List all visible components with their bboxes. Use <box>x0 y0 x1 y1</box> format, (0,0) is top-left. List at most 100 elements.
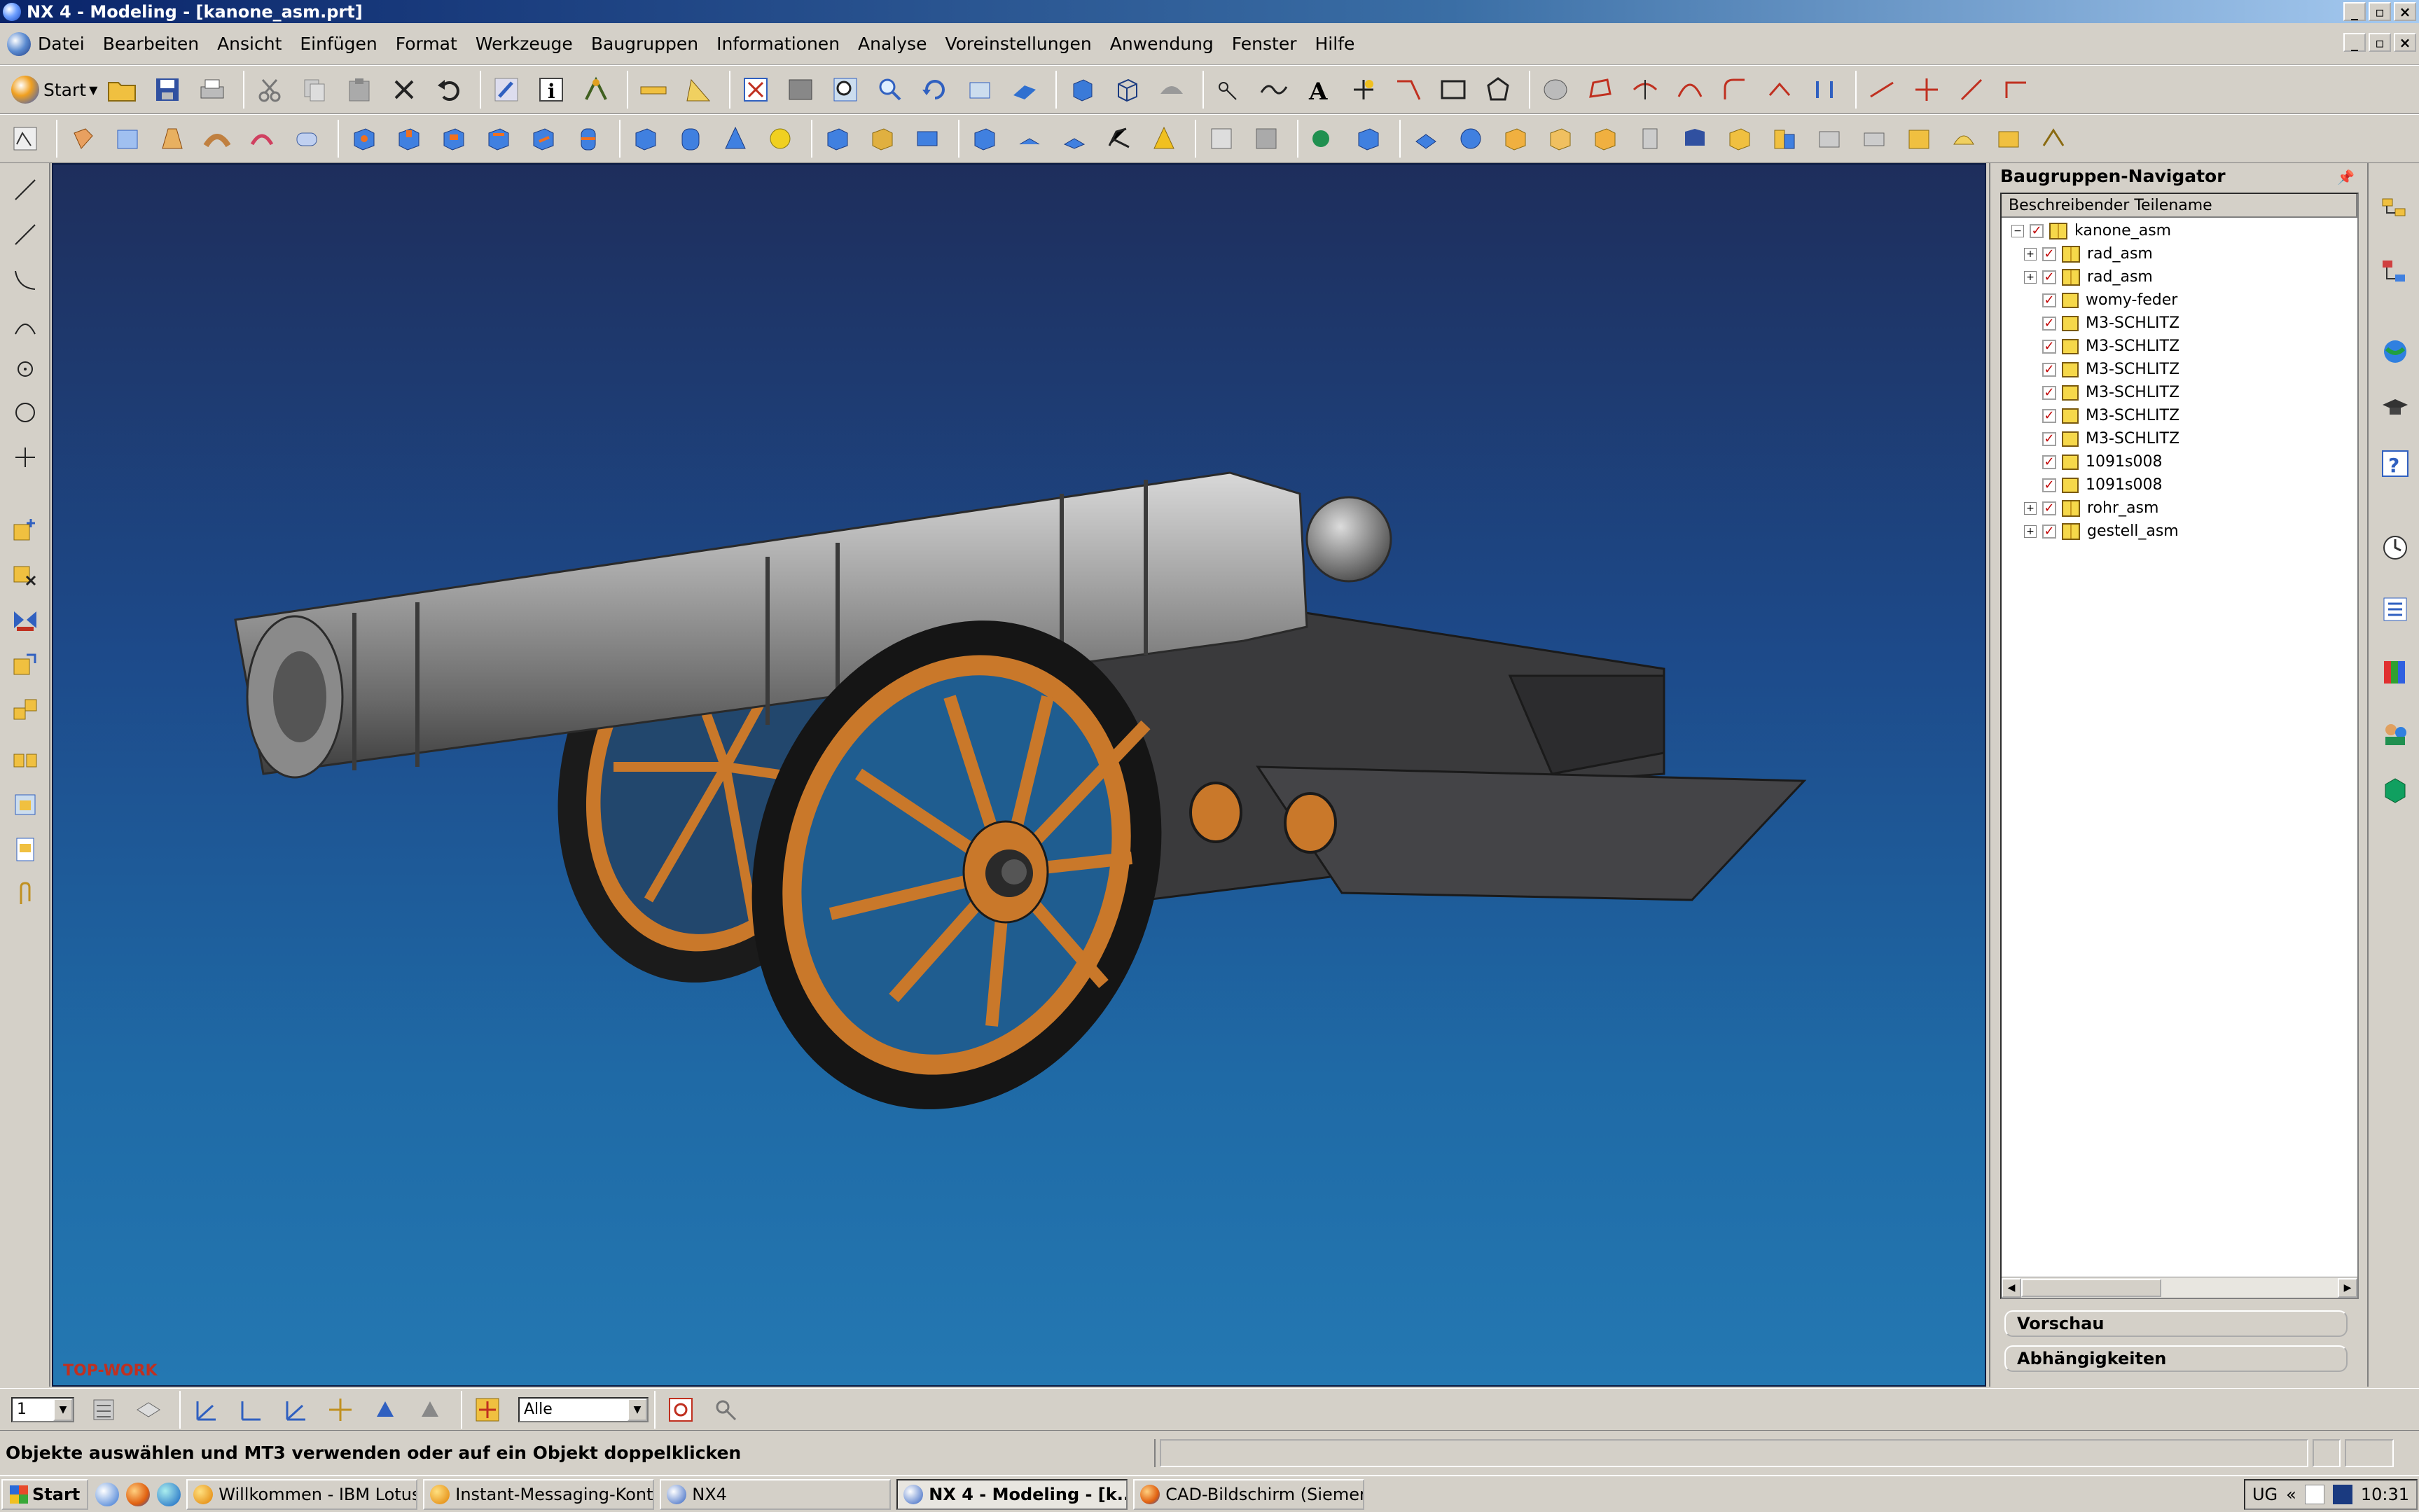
add-component-button[interactable] <box>7 512 43 548</box>
system-visualization-tab[interactable] <box>2377 770 2413 810</box>
print-button[interactable] <box>193 70 232 109</box>
undo-button[interactable] <box>429 70 469 109</box>
restore-button[interactable]: ▫ <box>2369 2 2391 21</box>
tray-app-icon[interactable] <box>2304 1485 2324 1504</box>
visibility-checkbox[interactable]: ✓ <box>2042 270 2056 284</box>
chevron-down-icon[interactable]: ▼ <box>628 1398 647 1421</box>
expand-icon[interactable]: + <box>2024 247 2037 261</box>
close-button[interactable]: × <box>2394 2 2416 21</box>
ruled-button[interactable] <box>1855 119 1894 158</box>
menu-anwendung[interactable]: Anwendung <box>1110 34 1214 54</box>
visibility-checkbox[interactable]: ✓ <box>2042 339 2056 354</box>
delete-button[interactable] <box>384 70 424 109</box>
tray-expand-icon[interactable]: « <box>2286 1485 2296 1504</box>
taskbar-item-nx4[interactable]: NX4 <box>660 1478 892 1510</box>
visibility-checkbox[interactable]: ✓ <box>2042 385 2056 400</box>
expand-icon[interactable]: + <box>2024 270 2037 284</box>
line-button[interactable] <box>1389 70 1428 109</box>
bridge-curve-button[interactable] <box>1670 70 1710 109</box>
cylinder-button[interactable] <box>671 119 710 158</box>
training-tab[interactable] <box>2377 387 2413 428</box>
dependencies-section[interactable]: Abhängigkeiten <box>2004 1345 2348 1372</box>
curve-on-face-button[interactable] <box>1810 119 1849 158</box>
chevron-down-icon[interactable]: ▼ <box>53 1398 73 1421</box>
curve-length-button[interactable] <box>1952 70 1991 109</box>
doc-minimize-button[interactable]: _ <box>2343 33 2366 52</box>
tree-node[interactable]: ✓ M3-SCHLITZ <box>2024 335 2179 358</box>
horizontal-scrollbar[interactable]: ◀ ▶ <box>2002 1277 2357 1298</box>
surface-button[interactable] <box>1536 70 1575 109</box>
visibility-checkbox[interactable]: ✓ <box>2042 293 2056 307</box>
bounded-plane-button[interactable] <box>1989 119 2028 158</box>
reposition-component-button[interactable] <box>7 646 43 683</box>
visibility-checkbox[interactable]: ✓ <box>2042 362 2056 377</box>
pad-button[interactable] <box>479 119 518 158</box>
tree-node[interactable]: + ✓ rad_asm <box>2024 242 2153 265</box>
sweep-button[interactable] <box>153 119 192 158</box>
extract-button[interactable] <box>1304 119 1343 158</box>
work-layer-dropdown[interactable]: 1 ▼ <box>11 1396 74 1422</box>
visibility-checkbox[interactable]: ✓ <box>2042 501 2056 515</box>
mirror-body-button[interactable] <box>1247 119 1286 158</box>
sphere-button[interactable] <box>761 119 800 158</box>
tree-node[interactable]: ✓ 1091s008 <box>2024 473 2162 497</box>
general-selection-button[interactable] <box>661 1390 700 1429</box>
split-body-button[interactable] <box>1586 119 1625 158</box>
swept-button[interactable] <box>242 119 282 158</box>
menu-hilfe[interactable]: Hilfe <box>1315 34 1355 54</box>
surface-more-button[interactable] <box>2034 119 2073 158</box>
tray-network-icon[interactable] <box>2332 1485 2352 1504</box>
taskbar-item-nx-modeling[interactable]: NX 4 - Modeling - [k... <box>896 1478 1128 1510</box>
datum-point-button[interactable] <box>1344 70 1383 109</box>
polygon-button[interactable] <box>1478 70 1518 109</box>
menu-bearbeiten[interactable]: Bearbeiten <box>103 34 199 54</box>
menu-einfuegen[interactable]: Einfügen <box>300 34 377 54</box>
line-tool-button[interactable] <box>7 172 43 208</box>
desktop-icon[interactable] <box>95 1482 120 1506</box>
join-curve-button[interactable] <box>1760 70 1799 109</box>
expand-icon[interactable]: + <box>2024 525 2037 538</box>
rotate-button[interactable] <box>915 70 955 109</box>
cone-button[interactable] <box>716 119 755 158</box>
sew-button[interactable] <box>1496 119 1535 158</box>
paste-button[interactable] <box>340 70 379 109</box>
boss-button[interactable] <box>389 119 429 158</box>
intersect-button[interactable] <box>908 119 947 158</box>
attachment-button[interactable] <box>7 876 43 913</box>
edit-curve-button[interactable] <box>1997 70 2036 109</box>
tube-button[interactable] <box>197 119 237 158</box>
tree-node[interactable]: ✓ M3-SCHLITZ <box>2024 312 2179 335</box>
measure-angle-button[interactable] <box>679 70 718 109</box>
tree-node[interactable]: ✓ M3-SCHLITZ <box>2024 427 2179 450</box>
mesh-button[interactable] <box>1899 119 1939 158</box>
graphics-window[interactable]: TOP-WORK <box>52 163 1986 1387</box>
point-button[interactable] <box>1210 70 1249 109</box>
taskbar-item-lotus[interactable]: Willkommen - IBM Lotus ... <box>186 1478 418 1510</box>
visibility-checkbox[interactable]: ✓ <box>2042 316 2056 331</box>
orient-view-button[interactable] <box>1005 70 1044 109</box>
windows-start-button[interactable]: Start <box>1 1478 89 1510</box>
remove-component-button[interactable] <box>7 557 43 593</box>
menu-voreinstellungen[interactable]: Voreinstellungen <box>945 34 1091 54</box>
spline-button[interactable] <box>1254 70 1294 109</box>
scroll-left-icon[interactable]: ◀ <box>2002 1277 2021 1298</box>
rectangle-button[interactable] <box>1434 70 1473 109</box>
wcs-display-button[interactable] <box>410 1390 450 1429</box>
layer-visibility-button[interactable] <box>129 1390 168 1429</box>
revolve-button[interactable] <box>108 119 147 158</box>
shaded-button[interactable] <box>1062 70 1102 109</box>
quick-pick-button[interactable] <box>706 1390 745 1429</box>
doc-close-button[interactable]: × <box>2394 33 2416 52</box>
offset-face-button[interactable] <box>1406 119 1446 158</box>
wcs-orient-button[interactable] <box>321 1390 360 1429</box>
circle-tool-button[interactable] <box>7 351 43 387</box>
visibility-checkbox[interactable]: ✓ <box>2042 431 2056 446</box>
visibility-checkbox[interactable]: ✓ <box>2042 524 2056 539</box>
display-part-button[interactable] <box>7 831 43 868</box>
text-button[interactable]: A <box>1299 70 1338 109</box>
history-tab[interactable] <box>2377 527 2413 568</box>
menu-analyse[interactable]: Analyse <box>858 34 927 54</box>
render-style-button[interactable] <box>1152 70 1191 109</box>
help-tab[interactable]: ? <box>2377 443 2413 484</box>
menu-ansicht[interactable]: Ansicht <box>217 34 282 54</box>
